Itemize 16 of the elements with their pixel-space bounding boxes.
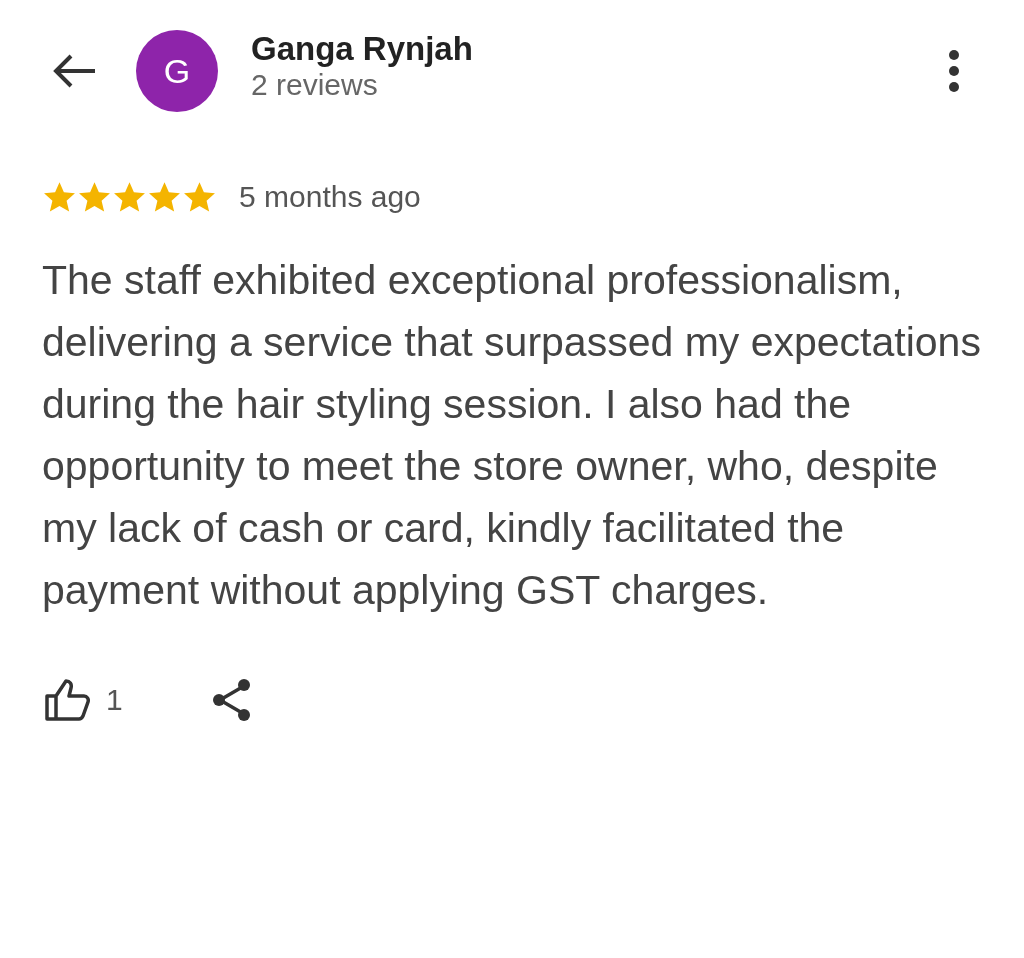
avatar: G (136, 30, 218, 112)
star-icon (147, 179, 182, 214)
back-arrow-icon (53, 53, 97, 89)
star-icon (77, 179, 112, 214)
star-icon (182, 179, 217, 214)
thumbs-up-icon (44, 677, 90, 722)
more-options-icon (949, 50, 959, 92)
review-text: The staff exhibited exceptional professionalism, delivering a service that surpassed my expectations during the hair styling session. I also had the opportunity to meet the store owner, who, despite my lack of cash or card, kindly facilitated the payment without applying GST charges. (42, 256, 982, 615)
star-icon (112, 179, 147, 214)
review-time: 5 months ago (239, 179, 421, 215)
share-icon (210, 677, 253, 722)
share-button[interactable] (210, 677, 253, 722)
reviewer-name: Ganga Rynjah (251, 31, 474, 67)
like-button[interactable]: 1 (44, 677, 123, 722)
star-icon (42, 179, 77, 214)
review-count: 2 reviews (251, 67, 379, 103)
